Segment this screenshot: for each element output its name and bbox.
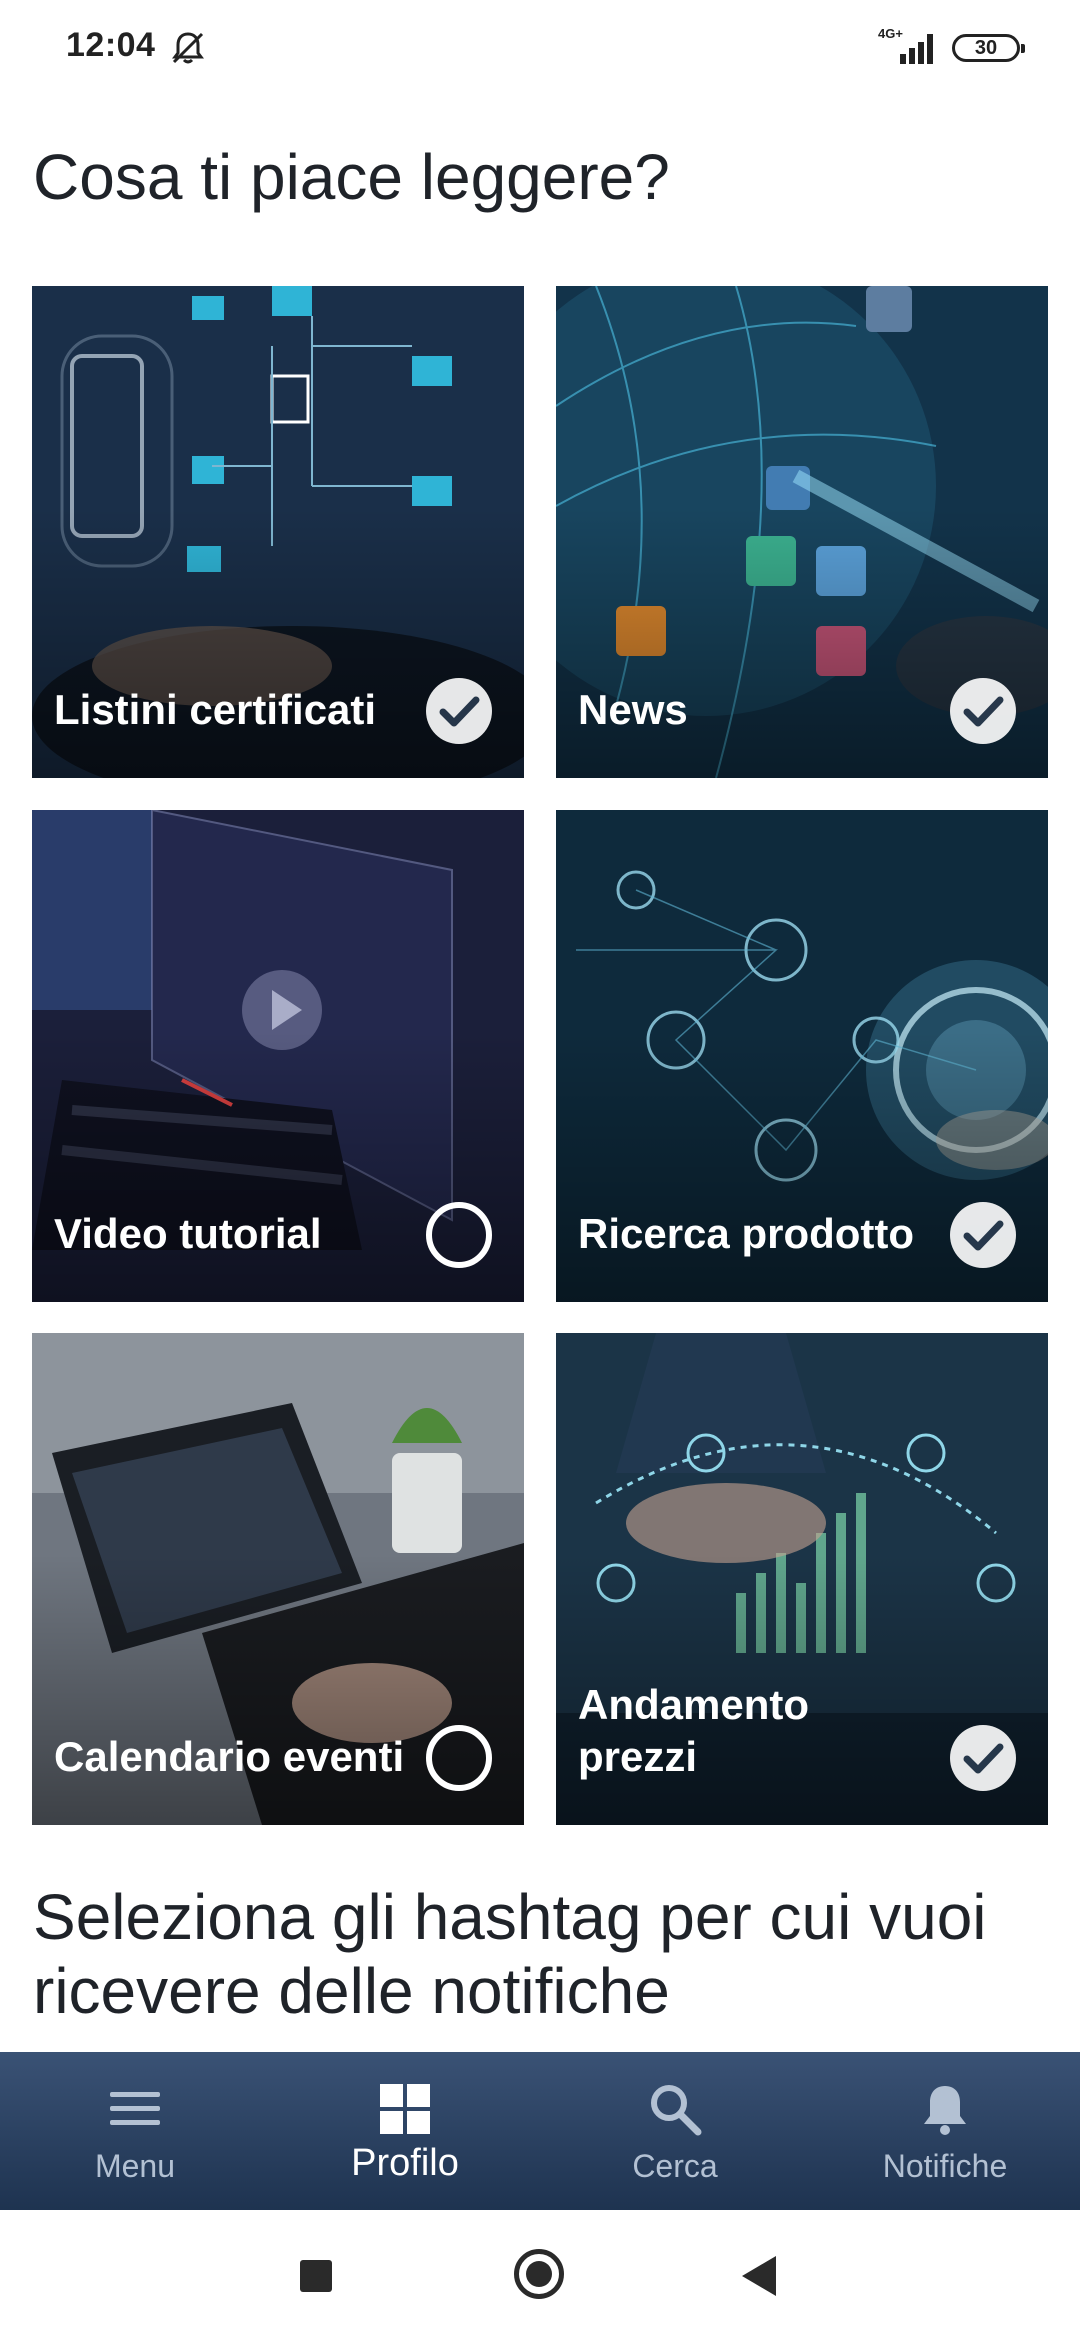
nav-label: Notifiche: [882, 2148, 1008, 2184]
nav-label: Profilo: [351, 2142, 459, 2184]
search-icon: [651, 2085, 702, 2136]
nav-label: Cerca: [632, 2148, 718, 2184]
category-tile-calendario-eventi[interactable]: Calendario eventi: [32, 1333, 524, 1825]
menu-icon: [110, 2092, 160, 2125]
nav-label: Menu: [94, 2148, 176, 2184]
check-selected-icon[interactable]: [950, 1202, 1016, 1268]
tile-label: Ricerca prodotto: [578, 1210, 915, 1257]
signal-icon: [900, 34, 933, 64]
back-button[interactable]: [742, 2256, 776, 2296]
check-selected-icon[interactable]: [950, 1725, 1016, 1791]
nav-item-profilo[interactable]: Profilo: [270, 2052, 540, 2210]
category-tile-listini-certificati[interactable]: Listini certificati: [32, 286, 524, 778]
page-title: Cosa ti piace leggere?: [33, 141, 670, 213]
category-tile-andamento-prezzi[interactable]: Andamento prezzi: [556, 1333, 1048, 1825]
battery-icon: 30: [952, 34, 1025, 62]
status-bar: 12:04 4G+ 30: [0, 0, 1080, 96]
tile-label: Andamento prezzi: [578, 1681, 809, 1780]
check-selected-icon[interactable]: [426, 678, 492, 744]
tile-label: Video tutorial: [54, 1210, 322, 1257]
category-tile-video-tutorial[interactable]: Video tutorial: [32, 810, 524, 1302]
check-selected-icon[interactable]: [950, 678, 1016, 744]
hashtag-section-title: Seleziona gli hashtag per cui vuoi ricev…: [33, 1881, 987, 2027]
nav-item-cerca[interactable]: Cerca: [540, 2052, 810, 2210]
tile-label: Listini certificati: [54, 686, 377, 733]
notifications-off-icon: [172, 32, 204, 64]
bell-icon: [924, 2086, 966, 2135]
tile-label: News: [578, 686, 688, 733]
check-unselected-icon[interactable]: [426, 1725, 492, 1791]
recent-apps-button[interactable]: [300, 2260, 332, 2292]
home-button[interactable]: [514, 2249, 564, 2299]
grid-icon: [380, 2084, 430, 2134]
nav-item-menu[interactable]: Menu: [0, 2052, 270, 2210]
bottom-navigation: Menu Profilo Cerca Notifiche: [0, 2052, 1080, 2210]
check-unselected-icon[interactable]: [426, 1202, 492, 1268]
category-tile-ricerca-prodotto[interactable]: Ricerca prodotto: [556, 810, 1048, 1302]
tile-label: Calendario eventi: [54, 1733, 405, 1780]
nav-item-notifiche[interactable]: Notifiche: [810, 2052, 1080, 2210]
status-time: 12:04: [66, 26, 156, 64]
category-tile-news[interactable]: News: [556, 286, 1048, 778]
